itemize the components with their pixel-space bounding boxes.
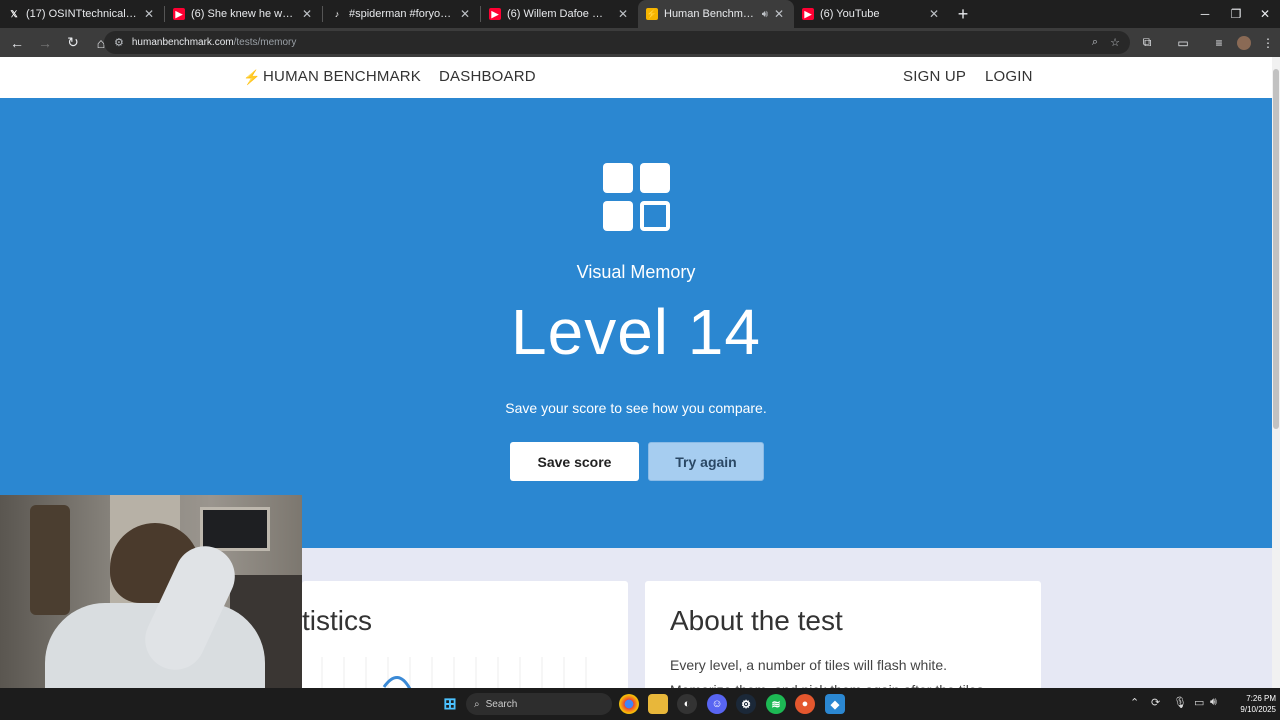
- windows-start-icon[interactable]: ⊞: [440, 694, 460, 714]
- origin-icon[interactable]: ●: [795, 694, 815, 714]
- statistics-card: tistics: [302, 581, 628, 688]
- human-benchmark-app-icon[interactable]: ◆: [825, 694, 845, 714]
- statistics-chart: [321, 657, 587, 688]
- tiktok-icon: ♪: [334, 9, 340, 19]
- signup-link[interactable]: SIGN UP: [903, 68, 966, 85]
- youtube-icon: ▶: [802, 8, 814, 20]
- url-text: humanbenchmark.com/tests/memory: [132, 37, 297, 48]
- url-path: /tests/memory: [233, 37, 297, 48]
- about-description: Every level, a number of tiles will flas…: [670, 653, 1010, 688]
- volume-icon[interactable]: 🔊︎: [1210, 696, 1217, 709]
- address-bar[interactable]: ⚙ humanbenchmark.com/tests/memory ⌕ ☆: [104, 31, 1130, 54]
- browser-menu-icon[interactable]: ⋮: [1257, 28, 1279, 57]
- minimize-icon[interactable]: ─: [1190, 0, 1220, 28]
- save-score-button[interactable]: Save score: [510, 442, 639, 481]
- browser-tab-bar: 𝕏 (17) OSINTtechnical on X: "New ✕ ▶ (6)…: [0, 0, 1280, 28]
- about-title: About the test: [670, 605, 843, 636]
- tab-human-benchmark[interactable]: ⚡ Human Benchmark - Visual 🔊︎ ✕: [638, 0, 794, 28]
- spotify-icon[interactable]: ≋: [766, 694, 786, 714]
- x-logo-icon: 𝕏: [10, 8, 18, 19]
- close-icon[interactable]: ✕: [616, 7, 630, 21]
- extensions-icon[interactable]: ⧉: [1136, 28, 1158, 57]
- search-icon: ⌕: [474, 698, 480, 710]
- tab-willem-dafoe[interactable]: ▶ (6) Willem Dafoe Monologue - ✕: [481, 0, 638, 28]
- webcam-person: [40, 523, 270, 688]
- youtube-icon: ▶: [489, 8, 501, 20]
- save-score-prompt: Save your score to see how you compare.: [505, 400, 767, 416]
- forward-arrow-icon[interactable]: →: [33, 31, 57, 55]
- test-result-hero: Visual Memory Level 14 Save your score t…: [0, 98, 1272, 548]
- windows-taskbar: ⊞ ⌕ Search ◐ ☺ ⚙ ≋ ● ◆ ⌃ ⟳ 🎙︎ ▭ 🔊︎ 7:26 …: [0, 688, 1280, 720]
- browser-toolbar: ← → ↻ ⌂ ⚙ humanbenchmark.com/tests/memor…: [0, 28, 1280, 57]
- tab-title: #spiderman #foryour #marvels: [349, 8, 454, 20]
- restore-icon[interactable]: ❐: [1221, 0, 1251, 28]
- close-icon[interactable]: ✕: [142, 7, 156, 21]
- site-navbar: ⚡ HUMAN BENCHMARK DASHBOARD SIGN UP LOGI…: [0, 57, 1272, 98]
- grid-tile-outline: [640, 201, 670, 231]
- page-scrollbar[interactable]: [1272, 57, 1280, 688]
- tab-title: (6) Willem Dafoe Monologue -: [507, 8, 612, 20]
- scrollbar-thumb[interactable]: [1273, 69, 1279, 429]
- try-again-button[interactable]: Try again: [648, 442, 764, 481]
- about-line: Memorize them, and pick them again after…: [670, 678, 1010, 688]
- tab-osint[interactable]: 𝕏 (17) OSINTtechnical on X: "New ✕: [0, 0, 164, 28]
- level-result: Level 14: [511, 296, 761, 368]
- tab-title: (6) YouTube: [820, 8, 880, 20]
- dashboard-link[interactable]: DASHBOARD: [439, 68, 536, 85]
- grid-tile: [603, 201, 633, 231]
- youtube-icon: ▶: [173, 8, 185, 20]
- grid-tile: [640, 163, 670, 193]
- tab-spiderman-video[interactable]: ▶ (6) She knew he was Spider Ma ✕: [165, 0, 322, 28]
- close-icon[interactable]: ✕: [772, 7, 786, 21]
- sync-icon[interactable]: ⟳: [1151, 696, 1160, 709]
- chrome-icon[interactable]: [619, 694, 639, 714]
- tab-tiktok[interactable]: ♪ #spiderman #foryour #marvels ✕: [323, 0, 480, 28]
- file-explorer-icon[interactable]: [648, 694, 668, 714]
- search-placeholder: Search: [485, 698, 518, 710]
- about-card: About the test Every level, a number of …: [645, 581, 1041, 688]
- zoom-icon[interactable]: ⌕: [1092, 36, 1098, 49]
- back-arrow-icon[interactable]: ←: [5, 31, 29, 55]
- webcam-overlay: [0, 495, 302, 688]
- login-link[interactable]: LOGIN: [985, 68, 1033, 85]
- tab-title: Human Benchmark - Visual: [664, 8, 758, 20]
- split-view-icon[interactable]: ▭: [1172, 28, 1194, 57]
- chevron-up-icon[interactable]: ⌃: [1130, 696, 1139, 709]
- close-icon[interactable]: ✕: [300, 7, 314, 21]
- reload-icon[interactable]: ↻: [61, 31, 85, 55]
- profile-avatar[interactable]: [1233, 28, 1255, 57]
- obs-icon[interactable]: ◐: [677, 694, 697, 714]
- tab-youtube[interactable]: ▶ (6) YouTube ✕: [794, 0, 949, 28]
- lightning-bolt-icon: ⚡: [243, 69, 261, 85]
- window-close-icon[interactable]: ✕: [1250, 0, 1280, 28]
- steam-icon[interactable]: ⚙: [736, 694, 756, 714]
- site-info-icon[interactable]: ⚙: [114, 36, 124, 49]
- media-controls-icon[interactable]: ≡: [1208, 28, 1230, 57]
- grid-tile: [603, 163, 633, 193]
- discord-icon[interactable]: ☺: [707, 694, 727, 714]
- tab-title: (6) She knew he was Spider Ma: [191, 8, 296, 20]
- tab-title: (17) OSINTtechnical on X: "New: [26, 8, 138, 20]
- clock-time: 7:26 PM: [1246, 694, 1276, 703]
- system-clock[interactable]: 7:26 PM 9/10/2025: [1224, 693, 1276, 715]
- microphone-icon[interactable]: 🎙︎: [1173, 696, 1187, 709]
- speaker-icon[interactable]: 🔊︎: [762, 9, 768, 20]
- test-name: Visual Memory: [576, 262, 696, 282]
- close-icon[interactable]: ✕: [458, 7, 472, 21]
- new-tab-icon[interactable]: +: [949, 0, 977, 28]
- statistics-title: tistics: [302, 605, 372, 636]
- bookmark-star-icon[interactable]: ☆: [1110, 36, 1120, 49]
- brand-link[interactable]: HUMAN BENCHMARK: [263, 68, 421, 85]
- url-domain: humanbenchmark.com: [131, 37, 234, 48]
- close-icon[interactable]: ✕: [927, 7, 941, 21]
- about-line: Every level, a number of tiles will flas…: [670, 657, 947, 673]
- visual-memory-grid-icon: [603, 163, 671, 231]
- network-icon[interactable]: ▭: [1194, 696, 1204, 709]
- taskbar-search[interactable]: ⌕ Search: [466, 693, 612, 715]
- clock-date: 9/10/2025: [1240, 705, 1276, 714]
- human-benchmark-icon: ⚡: [646, 8, 658, 20]
